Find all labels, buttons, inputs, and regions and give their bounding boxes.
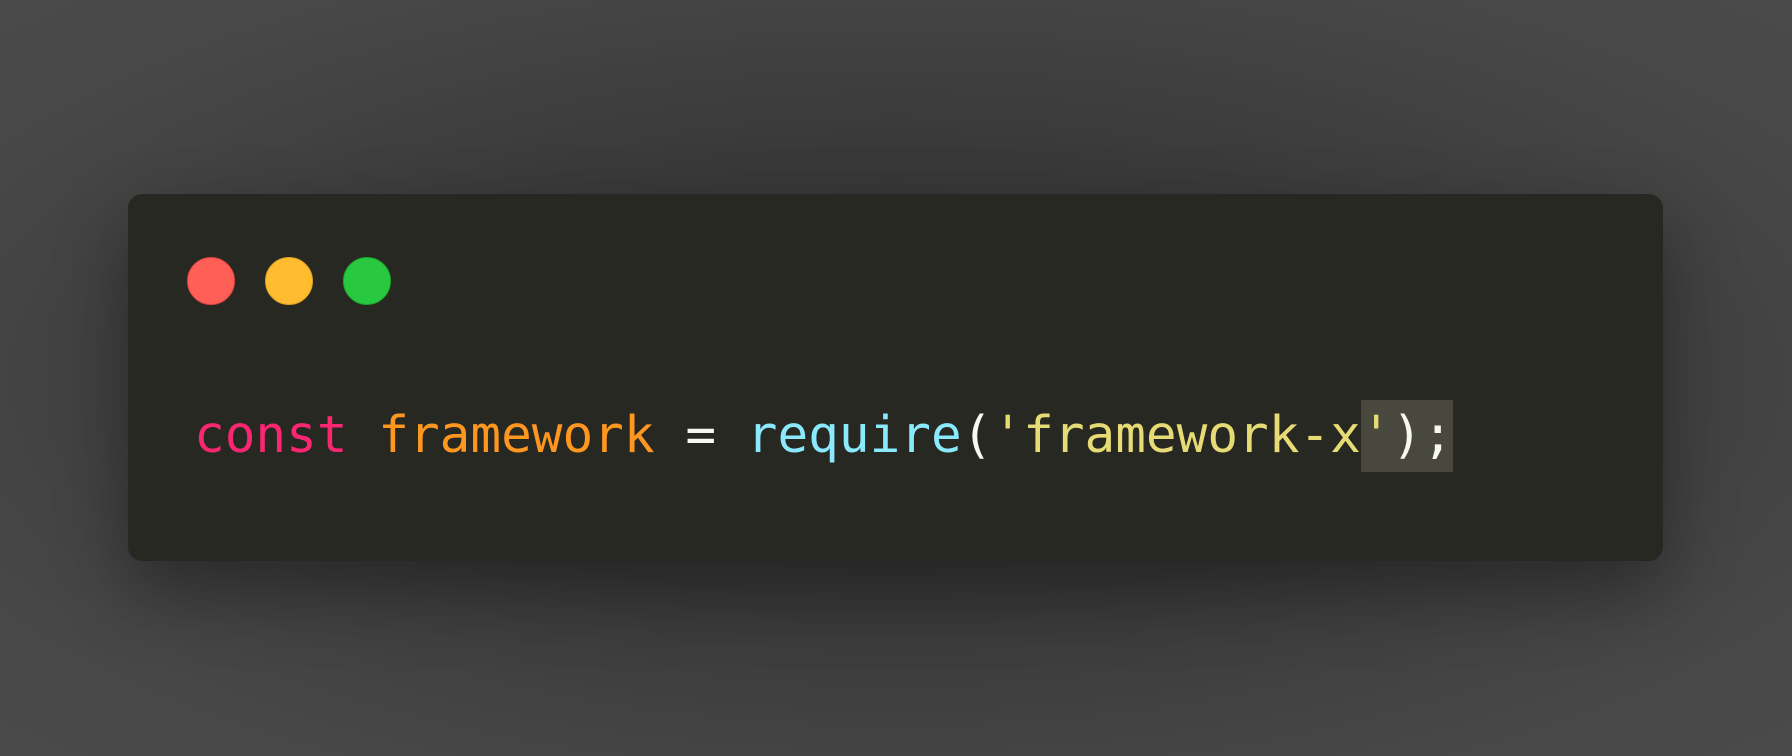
code-keyword: const <box>194 406 348 465</box>
page-background: { "window": { "controls": { "close_color… <box>0 0 1792 756</box>
code-string-close-quote: ' <box>1360 406 1392 465</box>
code-operator: = <box>685 406 717 465</box>
code-semicolon: ; <box>1422 406 1454 465</box>
code-close-paren: ) <box>1391 406 1423 465</box>
maximize-window-icon[interactable] <box>343 257 391 305</box>
code-string: 'framework-x <box>992 406 1361 465</box>
code-variable: framework <box>378 406 655 465</box>
close-window-icon[interactable] <box>187 257 235 305</box>
window-controls <box>187 257 391 305</box>
code-open-paren: ( <box>961 406 993 465</box>
code-line[interactable]: const framework = require('framework-x')… <box>194 400 1454 472</box>
code-function: require <box>746 406 962 465</box>
minimize-window-icon[interactable] <box>265 257 313 305</box>
text-selection: '); <box>1360 400 1454 472</box>
code-window: const framework = require('framework-x')… <box>128 194 1663 561</box>
